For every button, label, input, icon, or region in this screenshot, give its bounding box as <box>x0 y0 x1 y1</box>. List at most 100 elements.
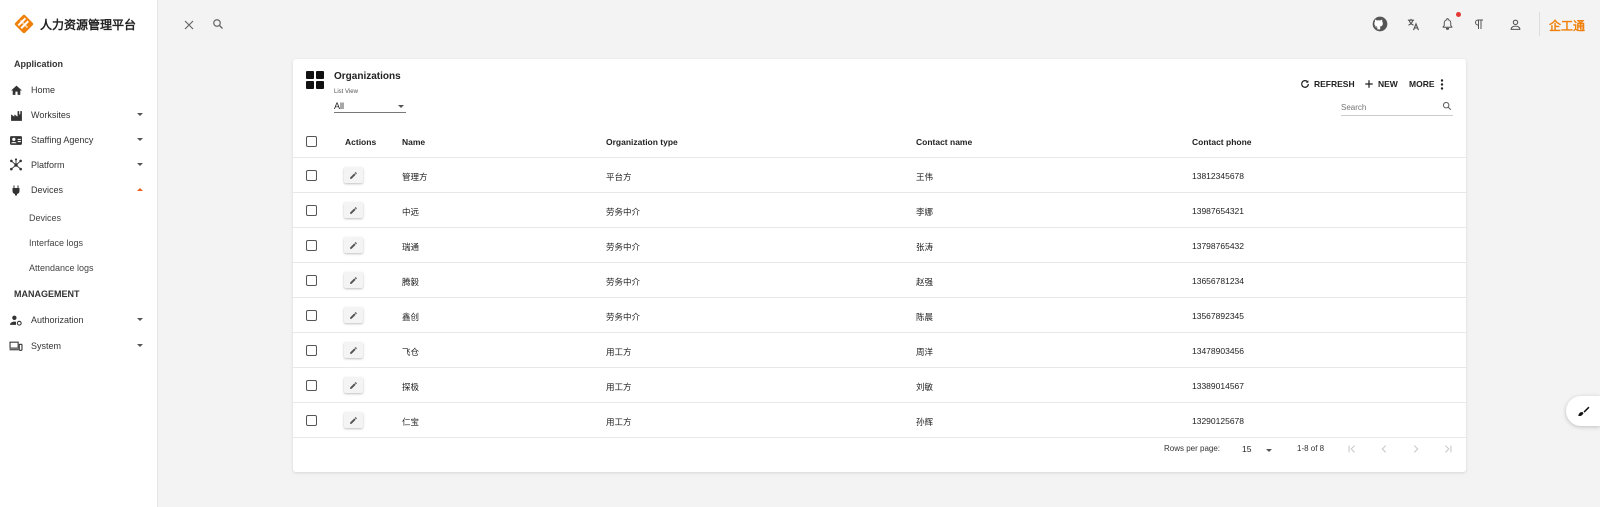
header-organization-type[interactable]: Organization type <box>606 137 678 147</box>
theme-brush-button[interactable] <box>1566 396 1600 426</box>
table-row[interactable]: 仁宝 用工方 孙辉 13290125678 <box>293 403 1466 438</box>
table-row[interactable]: 中远 劳务中介 李娜 13987654321 <box>293 193 1466 228</box>
rows-per-page-select[interactable]: 15 <box>1242 440 1274 456</box>
sidebar-item-worksites[interactable]: Worksites <box>0 103 157 127</box>
edit-button[interactable] <box>344 272 363 288</box>
header-contact-phone[interactable]: Contact phone <box>1192 137 1252 147</box>
select-all-checkbox[interactable] <box>306 136 317 147</box>
bell-icon[interactable] <box>1438 15 1456 33</box>
corp-link[interactable]: 企工通 <box>1549 17 1585 34</box>
edit-button[interactable] <box>344 237 363 253</box>
more-button[interactable]: MORE <box>1409 77 1445 91</box>
edit-button[interactable] <box>344 307 363 323</box>
sidebar-item-authorization[interactable]: Authorization <box>0 308 157 332</box>
sidebar-item-label: System <box>31 341 62 351</box>
sidebar-item-label: Devices <box>31 185 64 195</box>
logo-icon <box>14 14 34 34</box>
chevron-down-icon <box>137 138 143 141</box>
edit-button[interactable] <box>344 167 363 183</box>
sidebar-subitem-interface-logs[interactable]: Interface logs <box>29 238 83 248</box>
refresh-button[interactable]: REFRESH <box>1300 77 1355 91</box>
cell-type: 劳务中介 <box>606 242 641 252</box>
table-row[interactable]: 鑫创 劳务中介 陈晨 13567892345 <box>293 298 1466 333</box>
edit-button[interactable] <box>344 377 363 393</box>
row-checkbox[interactable] <box>306 275 317 286</box>
factory-icon <box>9 108 23 122</box>
refresh-icon <box>1301 80 1309 88</box>
table-row[interactable]: 腾毅 劳务中介 赵强 13656781234 <box>293 263 1466 298</box>
app-title: 人力资源管理平台 <box>40 17 137 32</box>
cell-contact: 周洋 <box>916 347 934 357</box>
cell-contact: 陈晨 <box>916 312 934 322</box>
cell-contact: 张涛 <box>916 242 934 252</box>
pencil-icon <box>350 241 357 249</box>
row-checkbox[interactable] <box>306 170 317 181</box>
cell-phone: 13478903456 <box>1192 346 1245 356</box>
pilcrow-icon[interactable] <box>1470 15 1488 33</box>
sidebar-item-staffing-agency[interactable]: Staffing Agency <box>0 128 157 152</box>
page-title: Organizations <box>334 71 401 82</box>
row-checkbox[interactable] <box>306 310 317 321</box>
sidebar-item-devices[interactable]: Devices <box>0 178 157 202</box>
sidebar-item-label: Home <box>31 85 56 95</box>
list-view-value: All <box>334 101 345 111</box>
row-checkbox[interactable] <box>306 240 317 251</box>
sidebar-subitem-attendance-logs[interactable]: Attendance logs <box>29 263 94 273</box>
section-title-management: MANAGEMENT <box>14 289 80 299</box>
sidebar-subitem-devices[interactable]: Devices <box>29 213 61 223</box>
row-checkbox[interactable] <box>306 345 317 356</box>
search-icon[interactable] <box>209 15 227 33</box>
pencil-icon <box>350 346 357 354</box>
table-row[interactable]: 飞仓 用工方 周洋 13478903456 <box>293 333 1466 368</box>
sidebar: 人力资源管理平台 Application Home Worksites Staf… <box>0 0 158 507</box>
edit-button[interactable] <box>344 412 363 428</box>
chevron-up-icon <box>137 188 143 191</box>
chevron-down-icon <box>398 105 404 108</box>
table-row[interactable]: 瑞通 劳务中介 张涛 13798765432 <box>293 228 1466 263</box>
row-checkbox[interactable] <box>306 380 317 391</box>
prev-page-icon[interactable] <box>1378 443 1390 455</box>
cell-name: 管理方 <box>402 172 428 182</box>
cell-type: 劳务中介 <box>606 207 641 217</box>
dashboard-icon <box>306 71 324 89</box>
cell-type: 平台方 <box>606 172 632 182</box>
table-row[interactable]: 管理方 平台方 王伟 13812345678 <box>293 158 1466 193</box>
cell-contact: 李娜 <box>916 207 934 217</box>
search-field[interactable] <box>1341 100 1453 116</box>
first-page-icon[interactable] <box>1346 443 1358 455</box>
list-view-label: List View <box>334 89 358 95</box>
github-icon[interactable] <box>1371 15 1389 33</box>
close-icon[interactable] <box>180 16 198 34</box>
more-vert-icon <box>1440 78 1443 90</box>
sidebar-item-home[interactable]: Home <box>0 78 157 102</box>
contact-card-icon <box>9 133 23 147</box>
header-name[interactable]: Name <box>402 137 425 147</box>
sidebar-item-system[interactable]: System <box>0 334 157 358</box>
table-row[interactable]: 探极 用工方 刘敏 13389014567 <box>293 368 1466 403</box>
search-input[interactable] <box>1341 101 1436 113</box>
edit-button[interactable] <box>344 342 363 358</box>
edit-button[interactable] <box>344 202 363 218</box>
home-icon <box>9 83 23 97</box>
row-checkbox[interactable] <box>306 205 317 216</box>
translate-icon[interactable] <box>1404 15 1422 33</box>
new-label: NEW <box>1378 79 1398 89</box>
pencil-icon <box>350 276 357 284</box>
cell-name: 探极 <box>402 382 420 392</box>
chevron-down-icon <box>137 163 143 166</box>
list-view-select[interactable]: All <box>334 99 406 113</box>
header-actions: Actions <box>345 137 377 147</box>
next-page-icon[interactable] <box>1410 443 1422 455</box>
plus-icon <box>1365 80 1373 88</box>
chevron-down-icon <box>137 113 143 116</box>
brand[interactable]: 人力资源管理平台 <box>14 14 136 34</box>
sidebar-item-platform[interactable]: Platform <box>0 153 157 177</box>
row-checkbox[interactable] <box>306 415 317 426</box>
new-button[interactable]: NEW <box>1364 77 1398 91</box>
more-label: MORE <box>1409 79 1435 89</box>
last-page-icon[interactable] <box>1442 443 1454 455</box>
plug-icon <box>9 183 23 197</box>
header-contact-name[interactable]: Contact name <box>916 137 972 147</box>
cell-phone: 13389014567 <box>1192 381 1245 391</box>
account-icon[interactable] <box>1506 15 1524 33</box>
